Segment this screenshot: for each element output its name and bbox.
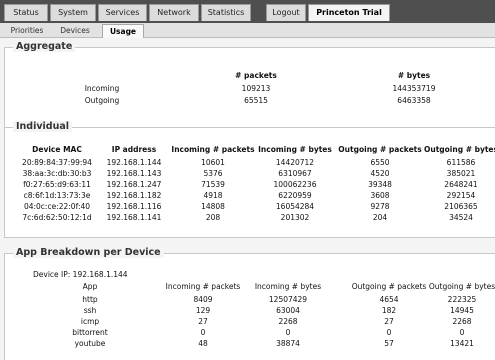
subtab-priorities[interactable]: Priorities (4, 24, 50, 38)
table-cell: 201302 (280, 213, 310, 222)
logout-button[interactable]: Logout (266, 4, 306, 21)
table-cell: ssh (83, 306, 97, 315)
top-nav-bar: Status System Services Network Statistic… (0, 0, 495, 23)
table-cell: 14945 (450, 306, 474, 315)
main-content: Aggregate # packets # bytes Incoming 109… (0, 38, 495, 360)
table-cell: 7c:6d:62:50:12:1d (22, 213, 92, 222)
table-cell: 14420712 (275, 158, 315, 167)
tab-network[interactable]: Network (149, 4, 199, 21)
table-cell: 4918 (203, 191, 223, 200)
table-cell: 2268 (452, 317, 472, 326)
subtab-devices[interactable]: Devices (52, 24, 98, 38)
column-header: Incoming # packets (171, 145, 255, 154)
table-cell: 63004 (276, 306, 300, 315)
table-cell: icmp (80, 317, 100, 326)
tab-statistics[interactable]: Statistics (201, 4, 251, 21)
table-cell: 16054284 (275, 202, 315, 211)
table-cell: 38:aa:3c:db:30:b3 (22, 169, 92, 178)
table-cell: f0:27:65:d9:63:11 (23, 180, 91, 189)
column-header: Incoming # bytes (258, 145, 332, 154)
table-cell: 611586 (446, 158, 476, 167)
column-header: Device MAC (32, 145, 82, 154)
device-ip-label: Device IP: 192.168.1.144 (33, 270, 128, 279)
aggregate-cell: 65515 (244, 96, 268, 105)
table-cell: 222325 (447, 295, 477, 304)
breakdown-title: App Breakdown per Device (13, 247, 164, 258)
table-cell: bittorrent (72, 328, 108, 337)
table-cell: 4520 (370, 169, 390, 178)
table-cell: 5376 (203, 169, 223, 178)
column-header: IP address (111, 145, 157, 154)
subtab-usage[interactable]: Usage (102, 24, 144, 38)
table-cell: 34524 (449, 213, 473, 222)
table-cell: youtube (74, 339, 106, 348)
tab-status[interactable]: Status (4, 4, 48, 21)
column-header: App (82, 282, 98, 291)
table-cell: 192.168.1.143 (106, 169, 162, 178)
table-cell: 13421 (450, 339, 474, 348)
table-cell: c8:6f:1d:13:73:3e (23, 191, 91, 200)
aggregate-cell: 109213 (241, 84, 271, 93)
table-cell: 192.168.1.141 (106, 213, 162, 222)
table-cell: 192.168.1.182 (106, 191, 162, 200)
table-cell: 292154 (446, 191, 476, 200)
table-cell: 6220959 (278, 191, 312, 200)
table-cell: 39348 (368, 180, 392, 189)
table-cell: 100062236 (273, 180, 317, 189)
aggregate-row-label: Incoming (84, 84, 120, 93)
table-cell: 192.168.1.116 (106, 202, 162, 211)
table-cell: http (82, 295, 98, 304)
table-cell: 71539 (201, 180, 225, 189)
table-cell: 2106365 (444, 202, 478, 211)
table-cell: 0 (459, 328, 465, 337)
table-cell: 6550 (370, 158, 390, 167)
table-cell: 14808 (201, 202, 225, 211)
table-cell: 192.168.1.247 (106, 180, 162, 189)
aggregate-header-bytes: # bytes (397, 71, 431, 80)
table-cell: 38874 (276, 339, 300, 348)
aggregate-title: Aggregate (13, 41, 76, 52)
aggregate-cell: 144353719 (392, 84, 436, 93)
table-cell: 385021 (446, 169, 476, 178)
sub-nav-bar: Priorities Devices Usage (0, 23, 495, 38)
aggregate-header-packets: # packets (235, 71, 277, 80)
breakdown-section: App Breakdown per Device Device IP: 192.… (4, 247, 495, 360)
tab-system[interactable]: System (50, 4, 96, 21)
table-cell: 12507429 (268, 295, 308, 304)
column-header: Outgoing # bytes (428, 282, 495, 291)
table-cell: 9278 (370, 202, 390, 211)
individual-title: Individual (13, 121, 73, 132)
table-cell: 2268 (278, 317, 298, 326)
table-cell: 0 (285, 328, 291, 337)
table-cell: 3608 (370, 191, 390, 200)
table-cell: 204 (372, 213, 388, 222)
table-cell: 192.168.1.144 (106, 158, 162, 167)
table-cell: 6310967 (278, 169, 312, 178)
table-cell: 04:0c:ce:22:0f:40 (23, 202, 91, 211)
column-header: Outgoing # bytes (423, 145, 495, 154)
tab-princeton-trial[interactable]: Princeton Trial (308, 4, 390, 21)
table-cell: 208 (205, 213, 221, 222)
aggregate-cell: 6463358 (397, 96, 431, 105)
table-cell: 10601 (201, 158, 225, 167)
table-cell: 2648241 (444, 180, 478, 189)
table-cell: 20:89:84:37:99:94 (22, 158, 92, 167)
tab-services[interactable]: Services (98, 4, 147, 21)
aggregate-row-label: Outgoing (84, 96, 120, 105)
column-header: Outgoing # packets (338, 145, 422, 154)
column-header: Incoming # bytes (254, 282, 322, 291)
individual-section: Individual Device MAC IP address Incoming … (4, 121, 495, 238)
